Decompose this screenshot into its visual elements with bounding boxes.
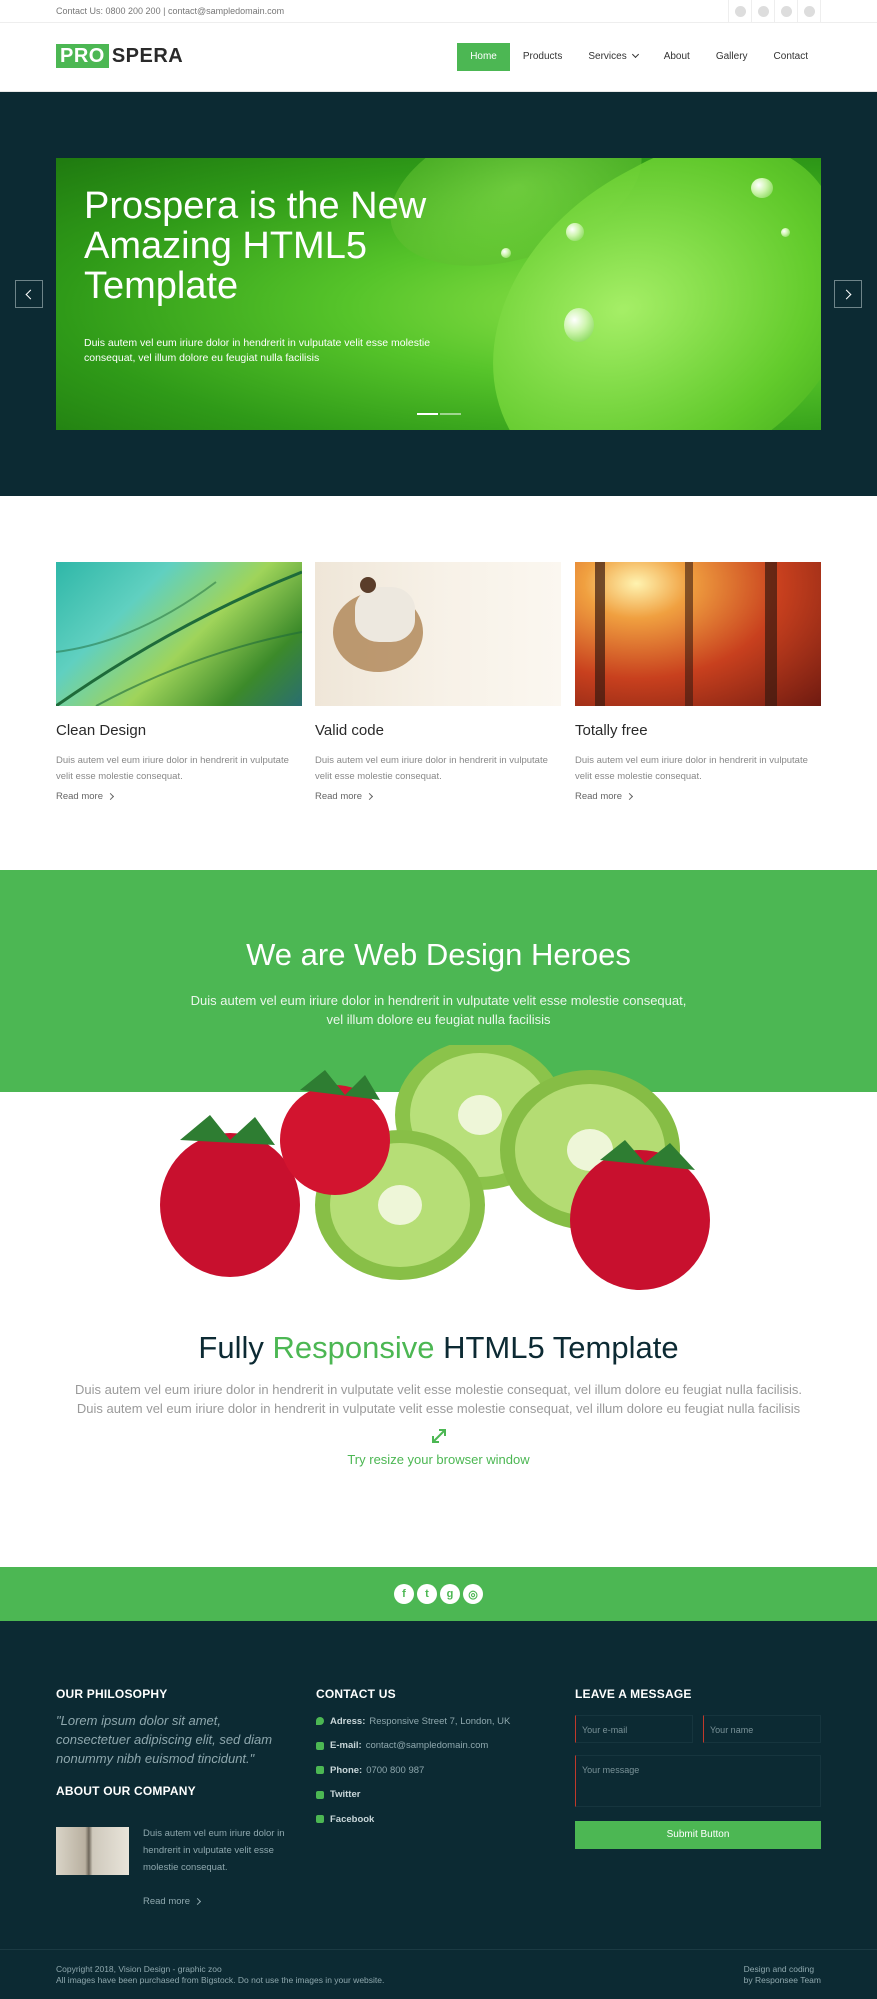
contact-twitter[interactable]: Twitter <box>316 1783 556 1808</box>
band-title: We are Web Design Heroes <box>246 937 631 972</box>
email-field[interactable]: Your e-mail <box>575 1715 693 1743</box>
feature-card: Clean Design Duis autem vel eum iriure d… <box>56 562 302 802</box>
feature-title: Clean Design <box>56 722 147 739</box>
top-socials <box>728 0 821 23</box>
company-image <box>56 1827 129 1875</box>
company-title: ABOUT OUR COMPANY <box>56 1784 196 1798</box>
phone-icon <box>316 1766 324 1775</box>
hero-slide: Prospera is the New Amazing HTML5 Templa… <box>56 158 821 430</box>
nav-contact[interactable]: Contact <box>761 43 821 71</box>
feature-title: Valid code <box>315 722 384 739</box>
carousel-dots <box>417 413 461 415</box>
site-footer: OUR PHILOSOPHY "Lorem ipsum dolor sit am… <box>0 1621 877 1999</box>
facebook-icon[interactable] <box>729 0 752 23</box>
hero-title: Prospera is the New Amazing HTML5 Templa… <box>84 185 427 307</box>
carousel-prev-button[interactable] <box>15 280 43 308</box>
twitter-icon[interactable]: t <box>417 1584 437 1604</box>
footer-col-philosophy: OUR PHILOSOPHY "Lorem ipsum dolor sit am… <box>56 1687 296 1907</box>
carousel-dot[interactable] <box>440 413 461 415</box>
feature-image-forest <box>575 562 821 706</box>
nav-services[interactable]: Services <box>575 43 650 71</box>
top-contact-email[interactable]: contact@sampledomain.com <box>168 6 284 16</box>
carousel-dot[interactable] <box>417 413 438 415</box>
submit-button[interactable]: Submit Button <box>575 1821 821 1849</box>
resize-icon <box>429 1426 449 1446</box>
footer-col-message: LEAVE A MESSAGE Your e-mail Your name Yo… <box>575 1687 821 1849</box>
feature-text: Duis autem vel eum iriure dolor in hendr… <box>56 755 289 782</box>
nav-gallery[interactable]: Gallery <box>703 43 761 71</box>
credit: Design and coding by Responsee Team <box>743 1964 821 1985</box>
footer-divider <box>0 1949 877 1950</box>
philosophy-title: OUR PHILOSOPHY <box>56 1687 168 1701</box>
company-read-more[interactable]: Read more <box>143 1896 202 1907</box>
facebook-icon <box>316 1815 324 1824</box>
feature-text: Duis autem vel eum iriure dolor in hendr… <box>575 755 808 782</box>
twitter-icon <box>316 1790 324 1799</box>
contact-title: CONTACT US <box>316 1687 396 1701</box>
philosophy-quote: "Lorem ipsum dolor sit amet, consectetue… <box>56 1713 273 1766</box>
contact-facebook[interactable]: Facebook <box>316 1807 556 1832</box>
top-contact: Contact Us: 0800 200 200 | contact@sampl… <box>56 6 285 16</box>
chevron-right-icon <box>625 792 634 801</box>
top-bar: Contact Us: 0800 200 200 | contact@sampl… <box>0 0 877 23</box>
main-nav: Home Products Services About Gallery Con… <box>457 43 821 71</box>
logo[interactable]: PRO SPERA <box>56 44 183 68</box>
contact-phone: Phone: 0700 800 987 <box>316 1758 556 1783</box>
chevron-right-icon <box>365 792 374 801</box>
feature-image-woman <box>315 562 561 706</box>
band-text: Duis autem vel eum iriure dolor in hendr… <box>190 993 687 1027</box>
logo-spera: SPERA <box>111 44 184 67</box>
googleplus-icon[interactable]: g <box>440 1584 460 1604</box>
copyright: Copyright 2018, Vision Design - graphic … <box>56 1964 385 1985</box>
nav-home[interactable]: Home <box>457 43 510 71</box>
responsive-title: Fully Responsive HTML5 Template <box>198 1330 679 1365</box>
chevron-right-icon <box>841 289 852 299</box>
instagram-icon[interactable]: ◎ <box>463 1584 483 1604</box>
chevron-left-icon <box>25 289 36 299</box>
nav-about[interactable]: About <box>651 43 703 71</box>
hero-text: Duis autem vel eum iriure dolor in hendr… <box>84 337 431 364</box>
feature-image-leaf <box>56 562 302 706</box>
feature-card: Totally free Duis autem vel eum iriure d… <box>575 562 821 802</box>
chevron-right-icon <box>106 792 115 801</box>
responsive-section: Fully Responsive HTML5 Template Duis aut… <box>0 1330 877 1467</box>
feature-card: Valid code Duis autem vel eum iriure dol… <box>315 562 561 802</box>
map-marker-icon <box>316 1717 324 1726</box>
read-more-link[interactable]: Read more <box>315 791 561 802</box>
chevron-right-icon <box>193 1897 202 1906</box>
logo-pro: PRO <box>56 44 109 68</box>
message-field[interactable]: Your message <box>575 1755 821 1807</box>
contact-email: E-mail: contact@sampledomain.com <box>316 1734 556 1759</box>
site-header: PRO SPERA Home Products Services About G… <box>0 23 877 92</box>
chevron-down-icon <box>631 50 639 59</box>
feature-text: Duis autem vel eum iriure dolor in hendr… <box>315 755 548 782</box>
try-resize-text: Try resize your browser window <box>347 1452 530 1467</box>
read-more-link[interactable]: Read more <box>575 791 821 802</box>
contact-address: Adress: Responsive Street 7, London, UK <box>316 1709 556 1734</box>
feature-title: Totally free <box>575 722 648 739</box>
facebook-icon[interactable]: f <box>394 1584 414 1604</box>
company-text: Duis autem vel eum iriure dolor in hendr… <box>143 1828 285 1873</box>
envelope-icon <box>316 1741 324 1750</box>
social-bar: f t g ◎ <box>0 1567 877 1621</box>
top-contact-phone: Contact Us: 0800 200 200 <box>56 6 161 16</box>
read-more-link[interactable]: Read more <box>56 791 302 802</box>
fruit-image <box>160 1045 710 1290</box>
carousel-next-button[interactable] <box>834 280 862 308</box>
nav-products[interactable]: Products <box>510 43 575 71</box>
twitter-icon[interactable] <box>752 0 775 23</box>
responsive-text: Duis autem vel eum iriure dolor in hendr… <box>75 1382 802 1416</box>
message-title: LEAVE A MESSAGE <box>575 1687 692 1701</box>
name-field[interactable]: Your name <box>703 1715 821 1743</box>
googleplus-icon[interactable] <box>775 0 798 23</box>
hero-section: Prospera is the New Amazing HTML5 Templa… <box>0 92 877 496</box>
footer-col-contact: CONTACT US Adress: Responsive Street 7, L… <box>316 1687 556 1832</box>
instagram-icon[interactable] <box>798 0 821 23</box>
